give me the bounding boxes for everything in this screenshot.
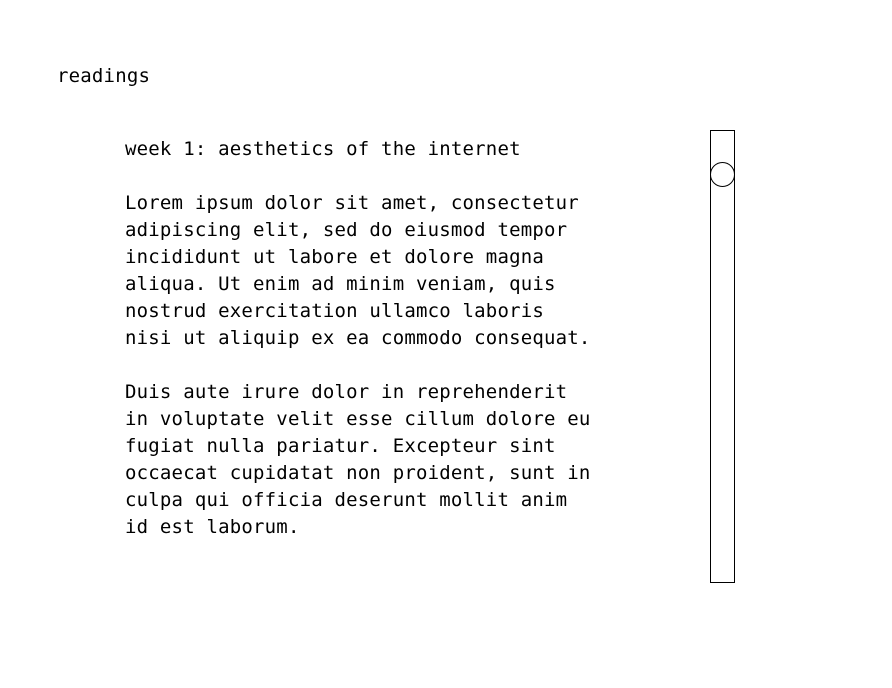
page-heading: readings	[57, 65, 151, 87]
paragraph-line: incididunt ut labore et dolore magna	[125, 246, 545, 268]
paragraph-line: occaecat cupidatat non proident, sunt in	[125, 462, 591, 484]
paragraph-line: adipiscing elit, sed do eiusmod tempor	[125, 219, 568, 241]
paragraph-line: aliqua. Ut enim ad minim veniam, quis	[125, 273, 556, 295]
paragraph-line: Lorem ipsum dolor sit amet, consectetur	[125, 192, 579, 214]
reading-section: week 1: aesthetics of the internet Lorem…	[125, 136, 685, 568]
paragraph-line: id est laborum.	[125, 516, 300, 538]
reading-paragraph-1: Lorem ipsum dolor sit amet, consectetur …	[125, 190, 685, 352]
reading-title: week 1: aesthetics of the internet	[125, 138, 521, 160]
reading-paragraph-2: Duis aute irure dolor in reprehenderit i…	[125, 379, 685, 541]
paragraph-line: nisi ut aliquip ex ea commodo consequat.	[125, 327, 591, 349]
paragraph-line: Duis aute irure dolor in reprehenderit	[125, 381, 568, 403]
scrollbar-track[interactable]	[710, 130, 735, 583]
paragraph-line: fugiat nulla pariatur. Excepteur sint	[125, 435, 556, 457]
paragraph-line: in voluptate velit esse cillum dolore eu	[125, 408, 591, 430]
paragraph-line: culpa qui officia deserunt mollit anim	[125, 489, 568, 511]
paragraph-line: nostrud exercitation ullamco laboris	[125, 300, 545, 322]
scrollbar-thumb[interactable]	[710, 162, 735, 187]
